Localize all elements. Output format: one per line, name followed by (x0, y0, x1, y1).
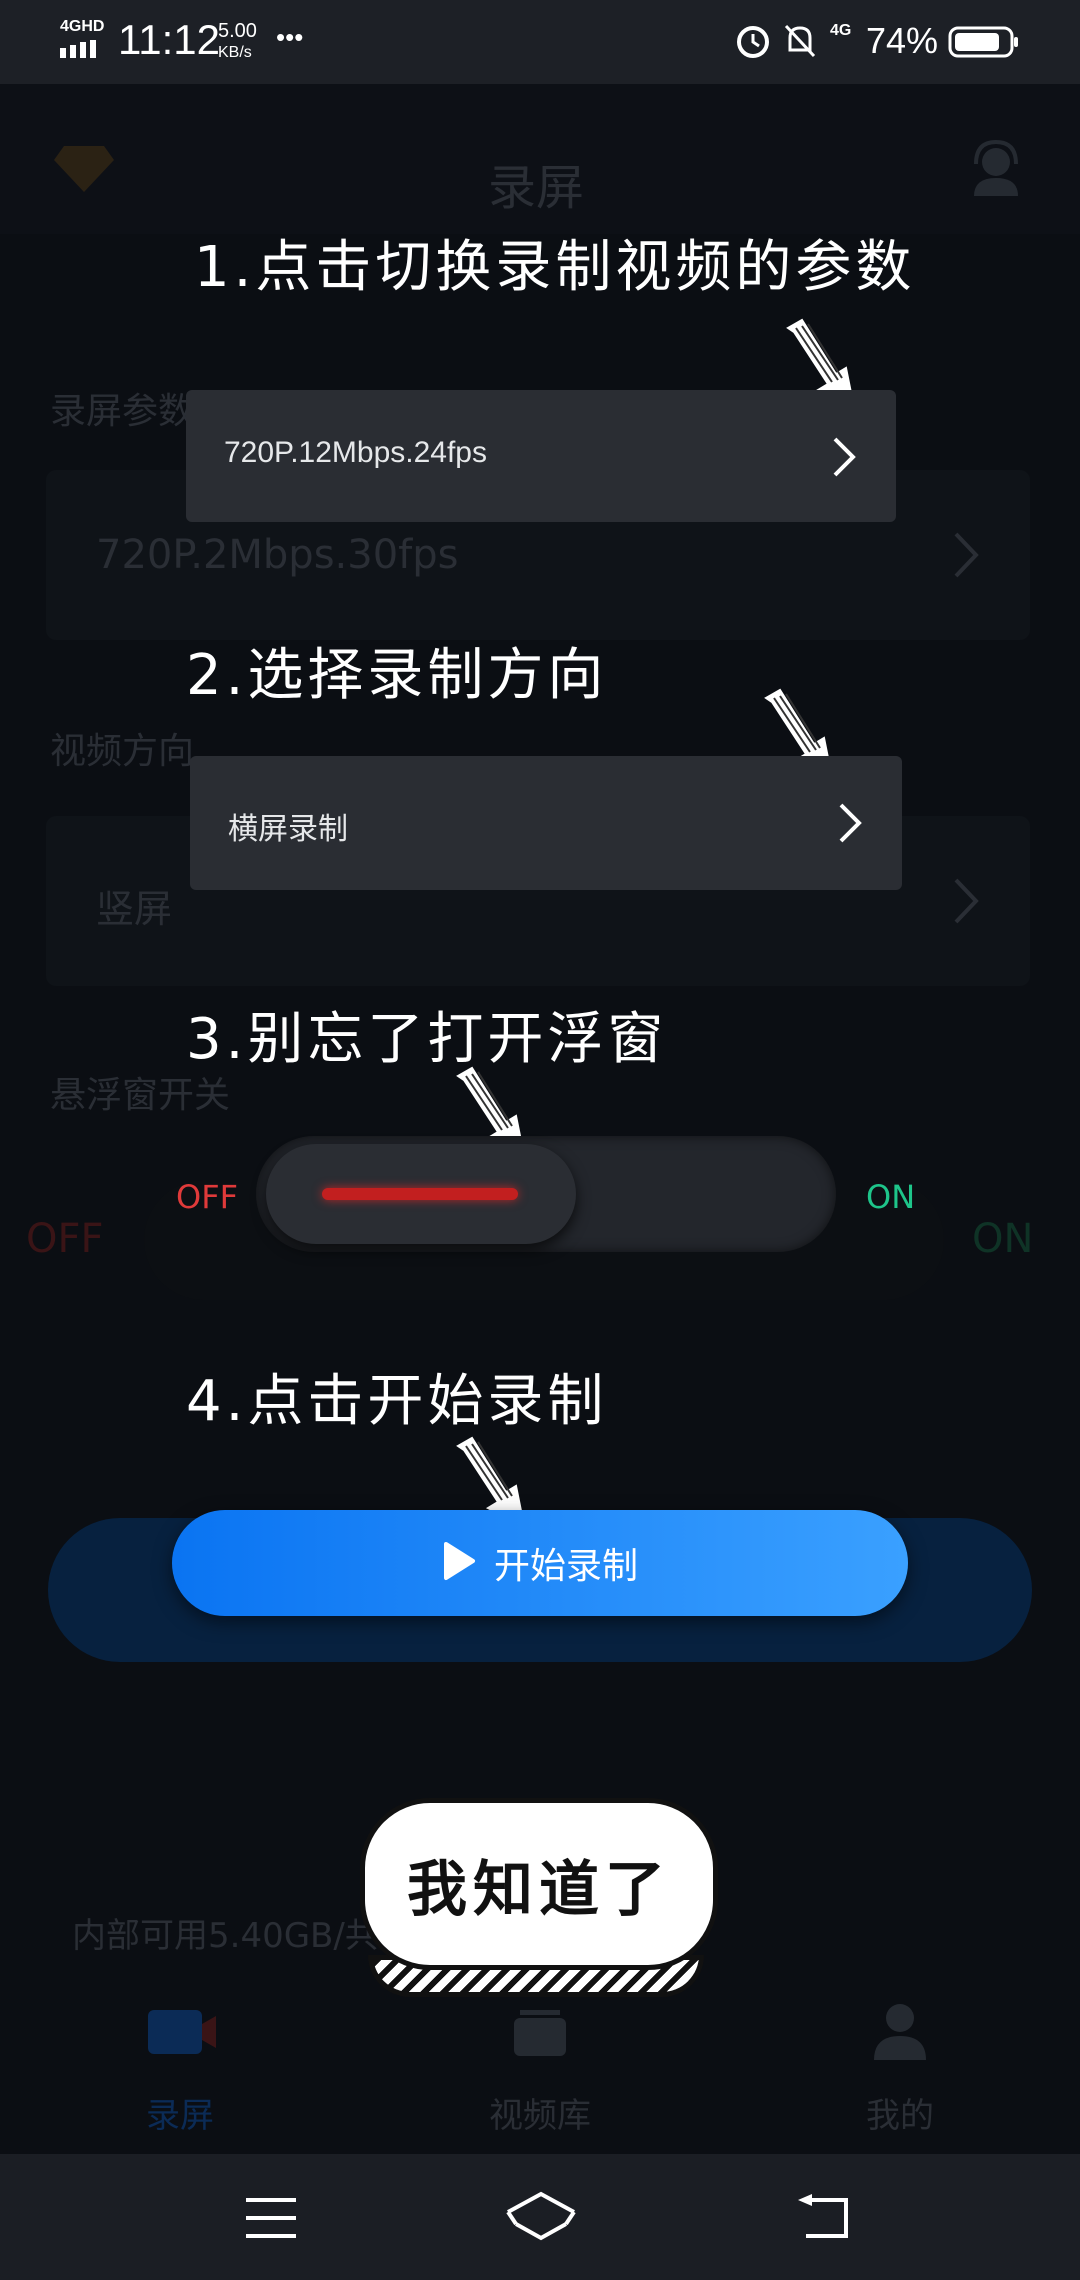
chevron-right-icon (952, 530, 982, 584)
nav-item-record[interactable]: 录屏 (80, 1980, 280, 2154)
nav-label-library: 视频库 (489, 2096, 591, 2136)
float-window-toggle[interactable] (256, 1136, 836, 1252)
net2-indicator: 4G (830, 22, 852, 39)
title-bar: 录屏 (0, 84, 1080, 234)
more-icon: ••• (276, 22, 304, 52)
nav-label-mine: 我的 (866, 2096, 934, 2136)
clock: 11:12 (118, 16, 220, 63)
chevron-right-icon (832, 436, 858, 482)
net-speed-unit: KB/s (218, 44, 252, 61)
network-indicator: 4GHD (60, 18, 105, 35)
home-icon[interactable] (504, 2190, 578, 2246)
got-it-button[interactable]: 我知道了 (360, 1798, 718, 1970)
guide-step-4: 4.点击开始录制 (186, 1369, 608, 1434)
guide-step-3: 3.别忘了打开浮窗 (186, 1007, 668, 1072)
net-speed-value: 5.00 (218, 20, 257, 42)
orientation-highlight[interactable]: 横屏录制 (190, 756, 902, 890)
alarm-icon (734, 22, 772, 64)
start-recording-button[interactable]: 开始录制 (172, 1510, 908, 1616)
recording-params-value: 720P.2Mbps.30fps (96, 532, 459, 578)
mute-icon (782, 22, 818, 64)
signal-icon (60, 40, 104, 62)
status-bar: 4GHD 11:12 5.00 KB/s ••• 4G 74% (0, 0, 1080, 84)
guide-step-1: 1.点击切换录制视频的参数 (194, 235, 916, 300)
menu-icon[interactable] (244, 2196, 298, 2244)
chevron-right-icon (838, 802, 864, 848)
nav-item-mine[interactable]: 我的 (800, 1980, 1000, 2154)
nav-item-library[interactable]: 视频库 (440, 1980, 640, 2154)
dim-toggle-off-label: OFF (26, 1216, 104, 1262)
toggle-off-indicator (322, 1188, 518, 1200)
record-icon (146, 2006, 218, 2062)
battery-icon (948, 26, 1020, 62)
vip-diamond-icon[interactable] (52, 144, 116, 198)
system-nav-bar (0, 2154, 1080, 2280)
start-recording-label: 开始录制 (493, 1546, 638, 1587)
video-library-icon (510, 2004, 570, 2062)
recording-params-highlight-value: 720P.12Mbps.24fps (224, 436, 487, 469)
guide-step-2: 2.选择录制方向 (186, 643, 608, 708)
profile-icon (868, 2000, 932, 2064)
page-title: 录屏 (488, 160, 585, 216)
chevron-right-icon (952, 876, 982, 930)
toggle-off-label: OFF (176, 1178, 238, 1216)
orientation-label: 视频方向 (50, 731, 195, 772)
battery-percent: 74% (866, 20, 939, 61)
bottom-nav: 录屏 视频库 我的 (0, 1980, 1080, 2154)
back-icon[interactable] (796, 2194, 854, 2244)
orientation-value: 竖屏 (96, 887, 173, 931)
customer-service-icon[interactable] (966, 138, 1026, 202)
dim-toggle-on-label: ON (972, 1216, 1034, 1262)
orientation-highlight-value: 横屏录制 (228, 813, 348, 846)
play-icon (442, 1541, 476, 1585)
toggle-on-label: ON (866, 1178, 916, 1216)
recording-params-label: 录屏参数 (50, 391, 195, 432)
recording-params-highlight[interactable]: 720P.12Mbps.24fps (186, 390, 896, 522)
nav-label-record: 录屏 (146, 2096, 214, 2136)
toggle-knob[interactable] (266, 1144, 576, 1244)
